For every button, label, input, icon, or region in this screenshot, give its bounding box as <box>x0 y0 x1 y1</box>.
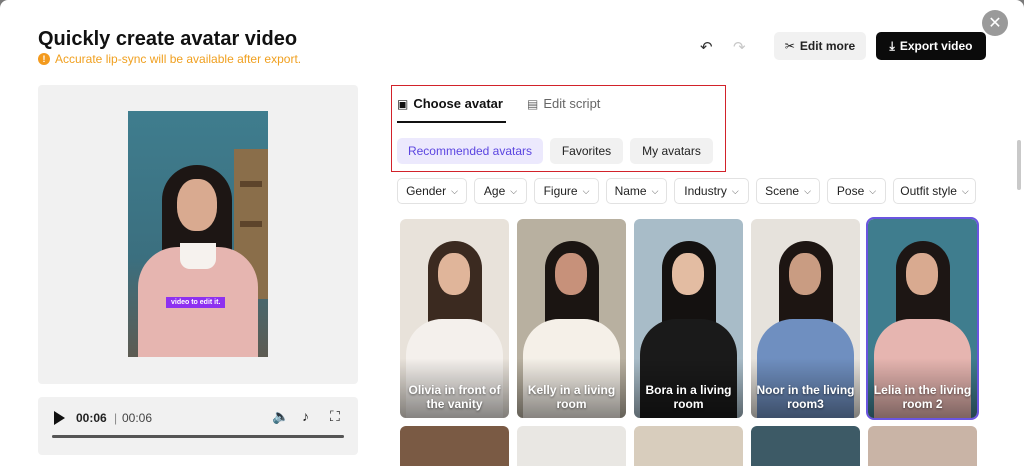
avatar-name: Kelly in a living room <box>527 383 616 411</box>
filter-label: Scene <box>765 184 800 198</box>
avatar-face <box>789 253 821 295</box>
progress-fill <box>52 435 344 438</box>
time-separator: | <box>114 411 118 425</box>
chevron-down-icon: ⌵ <box>582 185 590 196</box>
filter-label: Figure <box>543 184 578 198</box>
filter-pose[interactable]: Pose ⌵ <box>827 178 886 204</box>
filter-age[interactable]: Age ⌵ <box>474 178 527 204</box>
chevron-down-icon: ⌵ <box>731 185 739 196</box>
avatar-card-selected[interactable]: Lelia in the living room 2 <box>866 217 979 420</box>
avatar-name: Olivia in front of the vanity <box>408 383 501 411</box>
export-video-button[interactable]: ⤓ Export video <box>876 32 986 60</box>
avatar-face <box>177 179 217 231</box>
avatar-face <box>672 253 704 295</box>
video-player-controls: 00:06 | 00:06 🔈 ♪ ⛶ <box>38 397 358 455</box>
chevron-down-icon: ⌵ <box>510 185 518 196</box>
filter-name[interactable]: Name ⌵ <box>606 178 667 204</box>
download-icon: ⤓ <box>889 38 895 53</box>
avatar-name: Lelia in the living room 2 <box>873 383 972 411</box>
shelf-board <box>240 181 262 187</box>
filter-label: Gender <box>406 184 447 198</box>
lip-sync-warning: ! Accurate lip-sync will be available af… <box>38 52 301 66</box>
chevron-down-icon: ⌵ <box>869 185 877 196</box>
avatar-collar <box>180 243 216 269</box>
warning-icon: ! <box>38 53 50 65</box>
export-video-label: Export video <box>899 39 973 53</box>
page-title: Quickly create avatar video <box>38 28 298 50</box>
avatar-name: Noor in the living room3 <box>756 383 855 411</box>
shelf-board <box>240 221 262 227</box>
progress-bar[interactable] <box>52 435 344 438</box>
avatar-card[interactable] <box>634 426 743 466</box>
filter-label: Age <box>483 184 506 198</box>
volume-icon[interactable]: 🔈 <box>272 408 289 425</box>
annotation-highlight-box <box>391 85 726 172</box>
filter-label: Pose <box>836 184 865 198</box>
avatar-face <box>555 253 587 295</box>
filter-label: Name <box>614 184 647 198</box>
avatar-card[interactable] <box>868 426 977 466</box>
avatar-card[interactable] <box>517 426 626 466</box>
redo-icon[interactable]: ↷ <box>733 38 746 56</box>
chevron-down-icon: ⌵ <box>651 185 659 196</box>
avatar-face <box>906 253 938 295</box>
total-time: 00:06 <box>122 411 153 425</box>
filter-scene[interactable]: Scene ⌵ <box>756 178 820 204</box>
filter-label: Industry <box>684 184 727 198</box>
edit-more-button[interactable]: ✂ Edit more <box>774 32 866 60</box>
filter-figure[interactable]: Figure ⌵ <box>534 178 599 204</box>
avatar-name: Bora in a living room <box>645 383 732 411</box>
avatar-card[interactable]: Kelly in a living room <box>517 219 626 418</box>
avatar-video[interactable]: video to edit it. <box>128 111 268 357</box>
chevron-down-icon: ⌵ <box>804 185 811 196</box>
avatar-face <box>438 253 470 295</box>
fullscreen-icon[interactable]: ⛶ <box>330 408 340 425</box>
scrollbar[interactable] <box>1017 140 1021 190</box>
play-icon[interactable] <box>54 411 65 425</box>
scissors-icon: ✂ <box>784 39 795 53</box>
avatar-card[interactable]: Bora in a living room <box>634 219 743 418</box>
chevron-down-icon: ⌵ <box>451 185 458 196</box>
edit-more-label: Edit more <box>799 39 856 53</box>
chevron-down-icon: ⌵ <box>961 185 969 196</box>
avatar-card[interactable]: Noor in the living room3 <box>751 219 860 418</box>
filter-industry[interactable]: Industry ⌵ <box>674 178 749 204</box>
avatar-card[interactable] <box>400 426 509 466</box>
avatar-card[interactable]: Olivia in front of the vanity <box>400 219 509 418</box>
filter-gender[interactable]: Gender ⌵ <box>397 178 467 204</box>
current-time: 00:06 <box>76 411 107 425</box>
video-preview-panel: video to edit it. <box>38 85 358 384</box>
filter-outfit-style[interactable]: Outfit style ⌵ <box>893 178 976 204</box>
filter-label: Outfit style <box>900 184 957 198</box>
caption-overlay: video to edit it. <box>166 297 226 308</box>
undo-icon[interactable]: ↶ <box>700 38 713 56</box>
avatar-card[interactable] <box>751 426 860 466</box>
tiktok-icon[interactable]: ♪ <box>302 408 309 424</box>
avatar-video-modal: ✕ Quickly create avatar video ! Accurate… <box>0 0 1024 475</box>
warning-text: Accurate lip-sync will be available afte… <box>55 52 302 66</box>
close-icon[interactable]: ✕ <box>982 10 1008 36</box>
